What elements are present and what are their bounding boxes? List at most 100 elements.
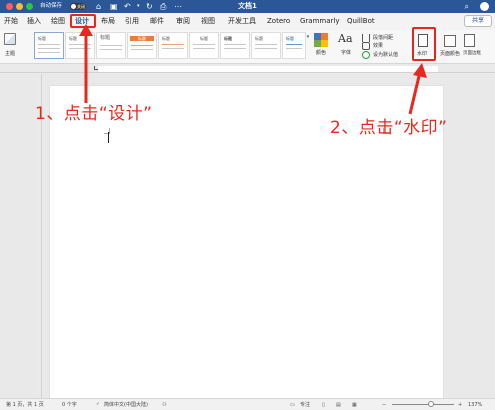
gallery-expand-icon[interactable]: ▾ — [305, 34, 311, 41]
watermark-icon[interactable] — [418, 34, 428, 47]
language-indicator[interactable]: 简体中文(中国大陆) — [104, 399, 148, 410]
text-line — [100, 49, 122, 50]
zoom-slider-handle[interactable] — [428, 401, 434, 407]
page-count[interactable]: 第 1 页，共 1 页 — [6, 399, 44, 410]
print-icon[interactable]: ⎙ — [160, 1, 166, 12]
read-mode-icon[interactable]: ▯ — [322, 399, 325, 410]
style-thumbnail-label: 标题 — [38, 36, 46, 41]
annotation-step2: 2、点击“水印” — [330, 118, 448, 138]
text-line — [162, 48, 184, 49]
search-icon[interactable]: ⌕ — [465, 1, 469, 12]
page-borders-icon[interactable] — [464, 34, 475, 47]
colors-icon[interactable] — [314, 33, 328, 47]
text-line — [69, 44, 91, 45]
text-line — [131, 49, 153, 50]
close-window-button[interactable] — [6, 3, 13, 10]
proofing-icon[interactable]: ✓ — [96, 399, 100, 410]
accessibility-icon[interactable]: ⚇ — [162, 399, 166, 410]
style-thumbnail-label: 标题 — [130, 36, 154, 41]
zoom-in-icon[interactable]: + — [458, 399, 462, 410]
tab-insert[interactable]: 插入 — [27, 16, 41, 27]
tab-zotero[interactable]: Zotero — [267, 16, 290, 27]
horizontal-ruler[interactable] — [0, 64, 495, 73]
tab-stop-marker[interactable] — [94, 66, 98, 70]
autosave-toggle[interactable]: 关闭 — [70, 3, 86, 10]
crop-mark — [104, 128, 110, 134]
style-thumbnail[interactable]: 标题 — [251, 32, 281, 59]
save-icon[interactable]: ▣ — [110, 1, 118, 12]
text-line — [224, 44, 246, 45]
style-thumbnail[interactable]: 标题 — [65, 32, 95, 59]
fonts-icon[interactable]: Aa — [338, 32, 353, 46]
toggle-knob — [71, 4, 76, 9]
zoom-slider[interactable] — [392, 404, 454, 405]
style-thumbnail-label: 标题 — [162, 36, 170, 41]
style-thumbnail-label: 标题 — [200, 36, 208, 41]
text-line — [131, 45, 153, 46]
web-layout-icon[interactable]: ▦ — [352, 399, 357, 410]
page-color-label[interactable]: 页面颜色 — [440, 51, 460, 57]
style-thumbnail[interactable]: 标题 — [189, 32, 219, 59]
style-thumbnail[interactable]: 标题 — [34, 32, 64, 59]
tab-layout[interactable]: 布局 — [101, 16, 115, 27]
undo-dropdown-icon[interactable]: ▾ — [137, 1, 140, 12]
tab-home[interactable]: 开始 — [4, 16, 18, 27]
zoom-out-icon[interactable]: − — [382, 399, 386, 410]
customize-icon[interactable]: ⋯ — [174, 1, 182, 12]
home-icon[interactable]: ⌂ — [96, 1, 101, 12]
style-thumbnail-label: 标题 — [100, 35, 111, 41]
checkmark-icon — [362, 51, 370, 59]
fonts-label: 字体 — [341, 50, 352, 56]
text-line — [38, 44, 60, 45]
tab-draw[interactable]: 绘图 — [51, 16, 65, 27]
print-layout-icon[interactable]: ▤ — [336, 399, 341, 410]
text-line — [255, 44, 277, 45]
style-thumbnail[interactable]: 标题 — [158, 32, 188, 59]
style-thumbnail[interactable]: 标题 — [96, 32, 126, 59]
maximize-window-button[interactable] — [26, 3, 33, 10]
page-borders-label[interactable]: 页面边框 — [463, 51, 483, 56]
style-thumbnail-label: 标题 — [69, 36, 77, 41]
tab-mailings[interactable]: 邮件 — [150, 16, 164, 27]
focus-icon[interactable]: ▭ — [290, 399, 295, 410]
share-button[interactable]: 共享 — [464, 15, 492, 27]
style-thumbnail-label: 标题 — [255, 36, 263, 41]
text-line — [193, 48, 215, 49]
focus-label[interactable]: 专注 — [300, 399, 310, 410]
colors-label: 颜色 — [316, 50, 327, 56]
document-formatting-gallery: 标题 标题 标题 标题 标题 标题 标题 标题 标题 — [34, 32, 306, 60]
tab-grammarly[interactable]: Grammarly — [300, 16, 339, 27]
paragraph-spacing-label[interactable]: 段落间距 — [373, 35, 393, 41]
effects-icon[interactable] — [362, 42, 370, 50]
text-line — [286, 48, 302, 49]
color-swatch — [314, 33, 321, 40]
tab-review[interactable]: 审阅 — [176, 16, 190, 27]
word-count[interactable]: 0 个字 — [62, 399, 77, 410]
style-thumbnail[interactable]: 标题 — [282, 32, 306, 59]
text-line — [286, 44, 302, 45]
text-line — [38, 48, 60, 49]
color-swatch — [321, 40, 328, 47]
set-default-label[interactable]: 设为默认值 — [373, 52, 398, 58]
effects-label[interactable]: 效果 — [373, 43, 383, 49]
tab-references[interactable]: 引用 — [125, 16, 139, 27]
account-avatar[interactable] — [480, 2, 489, 11]
redo-icon[interactable]: ↻ — [146, 1, 153, 12]
paragraph-spacing-icon[interactable] — [362, 34, 370, 42]
text-line — [255, 48, 277, 49]
zoom-level[interactable]: 137% — [468, 399, 482, 410]
text-line — [100, 45, 122, 46]
minimize-window-button[interactable] — [16, 3, 23, 10]
tab-quillbot[interactable]: QuillBot — [347, 16, 375, 27]
share-label: 共享 — [471, 17, 484, 24]
tab-view[interactable]: 视图 — [201, 16, 215, 27]
annotation-step1: 1、点击“设计” — [35, 104, 153, 124]
style-thumbnail[interactable]: 标题 — [127, 32, 157, 59]
style-thumbnail[interactable]: 标题 — [220, 32, 250, 59]
undo-icon[interactable]: ↶ — [124, 1, 131, 12]
tab-developer[interactable]: 开发工具 — [228, 16, 256, 27]
page-color-icon[interactable] — [444, 35, 456, 47]
watermark-button-label[interactable]: 水印 — [417, 51, 427, 57]
ruler-strip — [98, 66, 438, 72]
text-line — [193, 44, 215, 45]
